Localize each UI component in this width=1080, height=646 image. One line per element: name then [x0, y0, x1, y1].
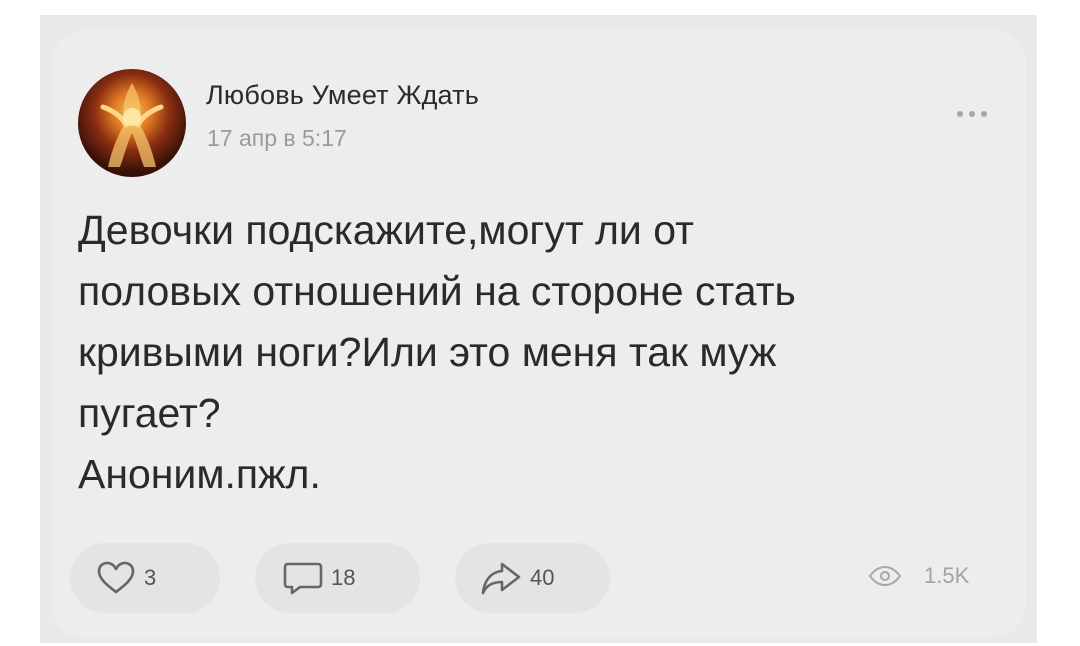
eye-icon: [868, 565, 902, 587]
post-text: Девочки подскажите,могут ли от половых о…: [78, 207, 796, 497]
avatar-figure-icon: [100, 83, 164, 167]
heart-icon: [97, 561, 135, 594]
comment-icon: [283, 562, 323, 595]
post-date[interactable]: 17 апр в 5:17: [207, 125, 347, 152]
share-button[interactable]: 40: [455, 543, 610, 613]
comment-count: 18: [331, 565, 356, 590]
like-button[interactable]: 3: [70, 543, 220, 613]
view-count: 1.5K: [924, 563, 970, 588]
share-arrow-icon: [481, 562, 521, 595]
group-avatar[interactable]: [78, 69, 186, 177]
author-name[interactable]: Любовь Умеет Ждать: [206, 80, 479, 111]
more-dots-icon[interactable]: [955, 108, 989, 120]
views-indicator: 1.5K: [868, 563, 969, 589]
share-count: 40: [530, 565, 555, 590]
like-count: 3: [144, 565, 157, 590]
comment-button[interactable]: 18: [255, 543, 420, 613]
